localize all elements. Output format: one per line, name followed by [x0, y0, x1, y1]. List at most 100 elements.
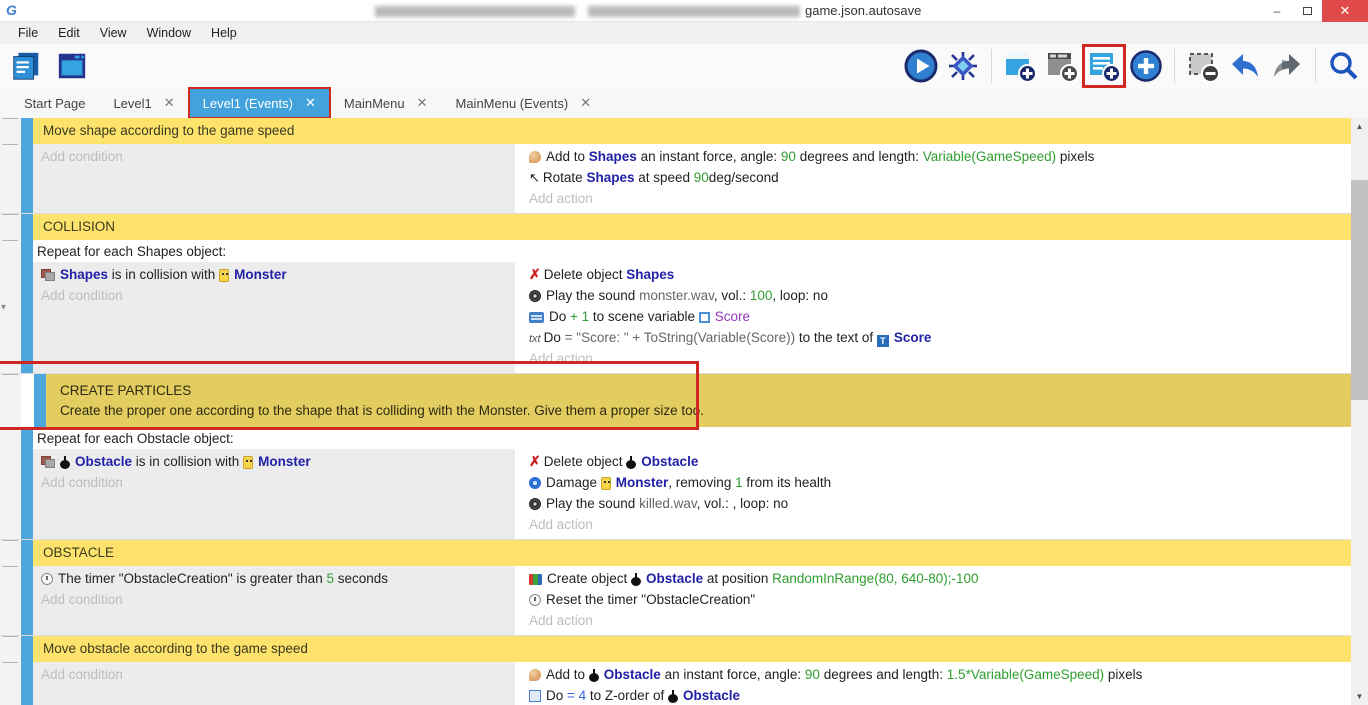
condition-line[interactable]: The timer "ObstacleCreation" is greater … [33, 568, 515, 589]
comment-row[interactable]: Move obstacle according to the game spee… [0, 636, 1351, 662]
tab-mainmenu-events-[interactable]: MainMenu (Events)✕ [442, 88, 606, 118]
menu-file[interactable]: File [8, 22, 48, 44]
event-content[interactable]: Add condition Add to Obstacle an instant … [33, 662, 1351, 705]
event-drag-bar[interactable] [21, 240, 33, 373]
menu-help[interactable]: Help [201, 22, 247, 44]
event-content[interactable]: Repeat for each Shapes object:Shapes is … [33, 240, 1351, 373]
comment-row[interactable]: CREATE PARTICLESCreate the proper one ac… [0, 374, 1351, 427]
add-condition[interactable]: Add condition [33, 664, 515, 685]
event-row[interactable]: Add condition Add to Obstacle an instant … [0, 662, 1351, 705]
event-header[interactable]: Repeat for each Obstacle object: [33, 427, 1351, 449]
action-line[interactable]: Do + 1 to scene variable Score [521, 306, 1351, 327]
maximize-button[interactable] [1292, 0, 1322, 22]
tab-close-icon[interactable]: ✕ [305, 95, 316, 111]
scroll-up-icon[interactable]: ▲ [1351, 118, 1368, 135]
tab-level1[interactable]: Level1✕ [99, 88, 188, 118]
tab-mainmenu[interactable]: MainMenu✕ [330, 88, 442, 118]
menu-view[interactable]: View [90, 22, 137, 44]
collapse-arrow-icon[interactable]: ▾ [1, 302, 6, 313]
event-row[interactable]: The timer "ObstacleCreation" is greater … [0, 566, 1351, 636]
parameter-value: 90 [781, 149, 796, 164]
add-event-button[interactable] [1002, 48, 1038, 84]
action-line[interactable]: Do = 4 to Z-order of Obstacle [521, 685, 1351, 705]
vertical-scrollbar[interactable]: ▲ ▼ [1351, 118, 1368, 705]
add-circle-button[interactable] [1128, 48, 1164, 84]
action-line[interactable]: txtDo = "Score: " + ToString(Variable(Sc… [521, 327, 1351, 348]
menu-window[interactable]: Window [137, 22, 201, 44]
event-row[interactable]: Repeat for each Obstacle object:Obstacle… [0, 427, 1351, 540]
event-drag-bar[interactable] [21, 427, 33, 539]
comment-row[interactable]: Move shape according to the game speed [0, 118, 1351, 144]
event-drag-bar[interactable] [21, 144, 33, 213]
action-line[interactable]: ✗Delete object Obstacle [521, 451, 1351, 472]
redo-button[interactable] [1269, 48, 1305, 84]
comment-row[interactable]: COLLISION [0, 214, 1351, 240]
menu-edit[interactable]: Edit [48, 22, 90, 44]
event-drag-bar[interactable] [21, 566, 33, 635]
event-drag-bar[interactable] [21, 214, 33, 240]
event-drag-bar[interactable] [34, 374, 46, 427]
action-line[interactable]: Play the sound killed.wav, vol.: , loop:… [521, 493, 1351, 514]
expression: killed.wav [639, 496, 697, 511]
event-drag-bar[interactable] [21, 118, 33, 144]
comment-content[interactable]: Move obstacle according to the game spee… [33, 636, 1351, 662]
tab-start-page[interactable]: Start Page [10, 88, 99, 118]
add-action[interactable]: Add action [521, 348, 1351, 369]
comment-content[interactable]: OBSTACLE [33, 540, 1351, 566]
add-action[interactable]: Add action [521, 514, 1351, 535]
tab-close-icon[interactable]: ✕ [417, 95, 428, 111]
action-line[interactable]: ↖Rotate Shapes at speed 90deg/second [521, 167, 1351, 188]
remove-frame-button[interactable] [1185, 48, 1221, 84]
comment-content[interactable]: Move shape according to the game speed [33, 118, 1351, 144]
condition-line[interactable]: Shapes is in collision with Monster [33, 264, 515, 285]
scene-editor-button[interactable] [54, 48, 90, 84]
event-drag-bar[interactable] [21, 636, 33, 662]
comment-content[interactable]: COLLISION [33, 214, 1351, 240]
event-drag-bar[interactable] [21, 540, 33, 566]
conditions-column: Obstacle is in collision with MonsterAdd… [33, 449, 515, 539]
window-title: game.json.autosave [805, 3, 921, 18]
action-line[interactable]: Reset the timer "ObstacleCreation" [521, 589, 1351, 610]
action-line[interactable]: Create object Obstacle at position Rando… [521, 568, 1351, 589]
event-row[interactable]: Add condition Add to Shapes an instant fo… [0, 144, 1351, 214]
action-line[interactable]: Add to Shapes an instant force, angle: 9… [521, 146, 1351, 167]
event-content[interactable]: The timer "ObstacleCreation" is greater … [33, 566, 1351, 635]
placeholder: Add condition [41, 288, 123, 303]
minimize-button[interactable]: – [1262, 0, 1292, 22]
action-line[interactable]: Play the sound monster.wav, vol.: 100, l… [521, 285, 1351, 306]
tab-close-icon[interactable]: ✕ [164, 95, 175, 111]
scroll-down-icon[interactable]: ▼ [1351, 688, 1368, 705]
play-button[interactable] [903, 48, 939, 84]
add-condition[interactable]: Add condition [33, 472, 515, 493]
add-action[interactable]: Add action [521, 188, 1351, 209]
tab-label: Level1 (Events) [203, 96, 293, 111]
add-comment-button[interactable] [1086, 48, 1122, 84]
event-content[interactable]: Repeat for each Obstacle object:Obstacle… [33, 427, 1351, 539]
comment-row[interactable]: OBSTACLE [0, 540, 1351, 566]
search-button[interactable] [1326, 48, 1362, 84]
close-button[interactable]: ✕ [1322, 0, 1368, 22]
debug-button[interactable] [945, 48, 981, 84]
undo-button[interactable] [1227, 48, 1263, 84]
action-line[interactable]: ✗Delete object Shapes [521, 264, 1351, 285]
event-drag-bar[interactable] [21, 662, 33, 705]
event-header[interactable]: Repeat for each Shapes object: [33, 240, 1351, 262]
add-subevent-button[interactable] [1044, 48, 1080, 84]
comment-content[interactable]: CREATE PARTICLESCreate the proper one ac… [46, 374, 1351, 427]
text: Do [546, 688, 567, 703]
action-line[interactable]: Damage Monster, removing 1 from its heal… [521, 472, 1351, 493]
gdevelop-logo-icon: G [6, 2, 17, 18]
condition-line[interactable]: Obstacle is in collision with Monster [33, 451, 515, 472]
project-manager-button[interactable] [8, 48, 44, 84]
tab-bar: Start PageLevel1✕Level1 (Events)✕MainMen… [0, 88, 1368, 118]
add-condition[interactable]: Add condition [33, 146, 515, 167]
event-content[interactable]: Add condition Add to Shapes an instant fo… [33, 144, 1351, 213]
add-condition[interactable]: Add condition [33, 589, 515, 610]
tab-level1-events-[interactable]: Level1 (Events) ✕ [189, 88, 330, 118]
add-action[interactable]: Add action [521, 610, 1351, 631]
scrollbar-thumb[interactable] [1351, 180, 1368, 400]
tab-close-icon[interactable]: ✕ [580, 95, 591, 111]
event-row[interactable]: Repeat for each Shapes object:Shapes is … [0, 240, 1351, 374]
add-condition[interactable]: Add condition [33, 285, 515, 306]
action-line[interactable]: Add to Obstacle an instant force, angle:… [521, 664, 1351, 685]
